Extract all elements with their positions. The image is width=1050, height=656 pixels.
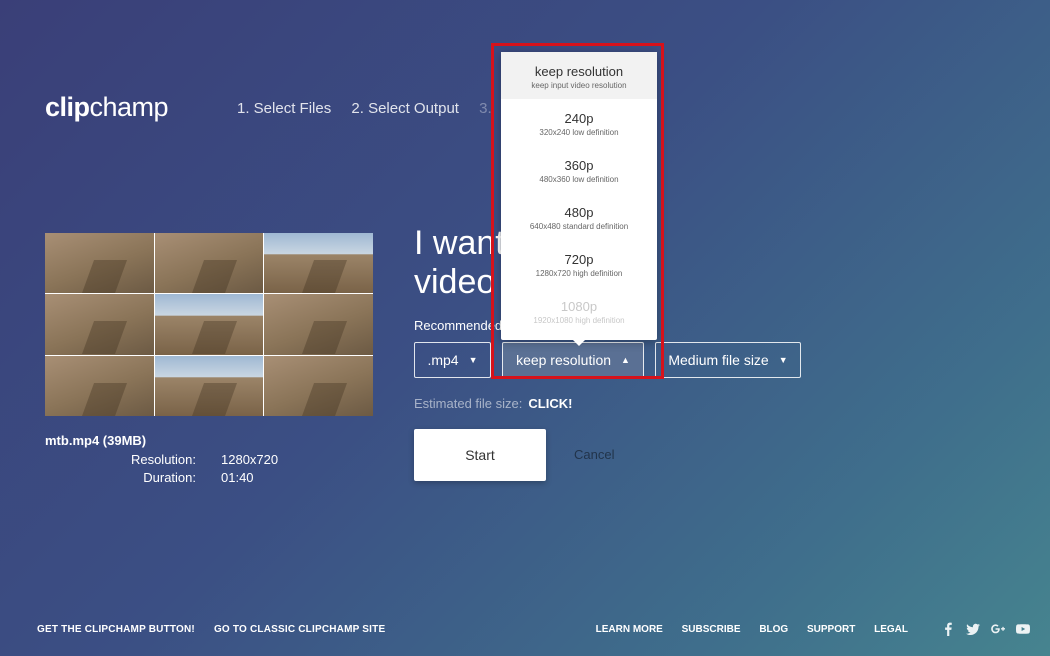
video-thumbnail [154, 233, 264, 294]
file-size-select[interactable]: Medium file size ▼ [655, 342, 801, 378]
resolution-select-value: keep resolution [516, 352, 612, 368]
option-description: 1920x1080 high definition [533, 316, 625, 325]
clipchamp-logo[interactable]: clipchamp [45, 92, 169, 123]
youtube-icon[interactable] [1015, 621, 1031, 637]
dropdown-option-keep-resolution[interactable]: keep resolution keep input video resolut… [501, 52, 657, 99]
step-select-output[interactable]: 2. Select Output [351, 100, 459, 117]
dropdown-option-480p[interactable]: 480p 640x480 standard definition [501, 193, 657, 240]
video-thumbnail [154, 355, 264, 416]
footer-right-links: LEARN MORE SUBSCRIBE BLOG SUPPORT LEGAL [580, 624, 908, 635]
option-label: 720p [564, 252, 594, 267]
video-thumbnail [45, 355, 154, 416]
duration-value: 01:40 [221, 470, 254, 485]
footer-link-classic-site[interactable]: GO TO CLASSIC CLIPCHAMP SITE [214, 624, 385, 635]
option-label: 1080p [560, 299, 598, 314]
video-thumbnail-grid [45, 233, 373, 416]
start-button[interactable]: Start [414, 429, 546, 481]
step-progress: 1. Select Files 2. Select Output 3. [237, 100, 508, 117]
resolution-select[interactable]: keep resolution ▲ [502, 342, 644, 378]
option-label: 360p [564, 158, 594, 173]
file-size-value: Medium file size [668, 352, 769, 368]
footer-link-learn-more[interactable]: LEARN MORE [596, 624, 663, 635]
footer-link-legal[interactable]: LEGAL [874, 624, 908, 635]
format-value: .mp4 [427, 352, 459, 368]
footer-link-subscribe[interactable]: SUBSCRIBE [682, 624, 741, 635]
twitter-icon[interactable] [965, 621, 981, 637]
estimate-click[interactable]: CLICK! [528, 396, 572, 411]
option-description: keep input video resolution [531, 81, 627, 90]
resolution-dropdown-menu: keep resolution keep input video resolut… [501, 52, 657, 346]
step-three: 3. [479, 100, 492, 117]
dropdown-option-1080p: 1080p 1920x1080 high definition [501, 287, 657, 334]
headline-line2: video [414, 263, 505, 301]
video-thumbnail [264, 355, 373, 416]
video-thumbnail [154, 294, 264, 355]
option-label: 480p [564, 205, 594, 220]
resolution-label: Resolution: [130, 452, 196, 467]
dropdown-option-360p[interactable]: 360p 480x360 low definition [501, 146, 657, 193]
footer-link-support[interactable]: SUPPORT [807, 624, 855, 635]
dropdown-option-720p[interactable]: 720p 1280x720 high definition [501, 240, 657, 287]
footer-left-links: GET THE CLIPCHAMP BUTTON! GO TO CLASSIC … [37, 624, 401, 635]
estimate-label: Estimated file size: [414, 396, 523, 411]
video-thumbnail [264, 233, 373, 294]
option-description: 640x480 standard definition [529, 222, 629, 231]
file-name: mtb.mp4 (39MB) [45, 433, 147, 448]
step-select-files[interactable]: 1. Select Files [237, 100, 331, 117]
cancel-button[interactable]: Cancel [574, 447, 614, 462]
chevron-down-icon: ▼ [778, 355, 788, 365]
option-description: 480x360 low definition [539, 175, 619, 184]
chevron-down-icon: ▼ [468, 355, 478, 365]
chevron-up-icon: ▲ [621, 355, 630, 365]
dropdown-option-240p[interactable]: 240p 320x240 low definition [501, 99, 657, 146]
duration-label: Duration: [143, 470, 196, 485]
estimated-file-size: Estimated file size: CLICK! [414, 396, 572, 411]
recommended-label: Recommended [414, 318, 503, 333]
option-label: 240p [564, 111, 594, 126]
format-select[interactable]: .mp4 ▼ [414, 342, 491, 378]
footer-link-clipchamp-button[interactable]: GET THE CLIPCHAMP BUTTON! [37, 624, 195, 635]
logo-clip: clip [45, 92, 90, 122]
video-thumbnail [264, 294, 373, 355]
option-label: keep resolution [534, 64, 624, 79]
option-description: 1280x720 high definition [535, 269, 623, 278]
google-plus-icon[interactable] [990, 621, 1006, 637]
video-thumbnail [45, 294, 154, 355]
facebook-icon[interactable] [940, 621, 956, 637]
logo-champ: champ [89, 92, 169, 122]
resolution-value: 1280x720 [221, 452, 279, 467]
video-thumbnail [45, 233, 154, 294]
footer-link-blog[interactable]: BLOG [759, 624, 788, 635]
option-description: 320x240 low definition [539, 128, 619, 137]
social-links [940, 621, 1031, 637]
